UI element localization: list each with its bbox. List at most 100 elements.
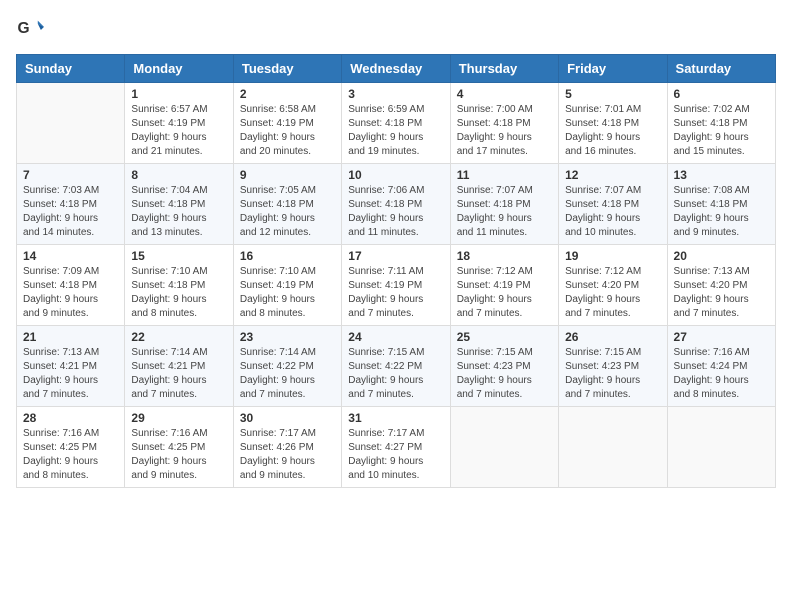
day-info: Sunrise: 7:14 AMSunset: 4:22 PMDaylight:… (240, 346, 335, 402)
calendar-cell: 23 Sunrise: 7:14 AMSunset: 4:22 PMDayligh… (233, 326, 341, 407)
day-number: 15 (131, 249, 226, 263)
day-number: 23 (240, 330, 335, 344)
day-number: 11 (457, 168, 552, 182)
day-info: Sunrise: 7:12 AMSunset: 4:19 PMDaylight:… (457, 265, 552, 321)
svg-text:G: G (18, 20, 30, 37)
day-number: 9 (240, 168, 335, 182)
calendar-cell: 2Sunrise: 6:58 AMSunset: 4:19 PMDaylight… (233, 83, 341, 164)
calendar-cell: 31 Sunrise: 7:17 AMSunset: 4:27 PMDayligh… (342, 407, 450, 488)
day-number: 21 (23, 330, 118, 344)
day-info: Sunrise: 7:07 AMSunset: 4:18 PMDaylight:… (565, 184, 660, 240)
day-info: Sunrise: 6:57 AMSunset: 4:19 PMDaylight:… (131, 103, 226, 159)
calendar-cell: 3 Sunrise: 6:59 AMSunset: 4:18 PMDaylight… (342, 83, 450, 164)
day-number: 20 (674, 249, 769, 263)
weekday-header-sunday: Sunday (17, 55, 125, 83)
calendar-cell: 21Sunrise: 7:13 AMSunset: 4:21 PMDayligh… (17, 326, 125, 407)
calendar-cell: 6Sunrise: 7:02 AMSunset: 4:18 PMDaylight… (667, 83, 775, 164)
day-info: Sunrise: 7:16 AMSunset: 4:25 PMDaylight:… (23, 427, 118, 483)
calendar-cell: 18 Sunrise: 7:12 AMSunset: 4:19 PMDayligh… (450, 245, 558, 326)
weekday-header-row: SundayMondayTuesdayWednesdayThursdayFrid… (17, 55, 776, 83)
day-number: 6 (674, 87, 769, 101)
day-info: Sunrise: 7:11 AMSunset: 4:19 PMDaylight:… (348, 265, 443, 321)
weekday-header-friday: Friday (559, 55, 667, 83)
calendar-cell: 1 Sunrise: 6:57 AMSunset: 4:19 PMDaylight… (125, 83, 233, 164)
day-number: 17 (348, 249, 443, 263)
calendar-cell: 8 Sunrise: 7:04 AMSunset: 4:18 PMDaylight… (125, 164, 233, 245)
day-info: Sunrise: 7:15 AMSunset: 4:23 PMDaylight:… (565, 346, 660, 402)
day-info: Sunrise: 7:08 AMSunset: 4:18 PMDaylight:… (674, 184, 769, 240)
day-number: 24 (348, 330, 443, 344)
calendar-cell: 28 Sunrise: 7:16 AMSunset: 4:25 PMDayligh… (17, 407, 125, 488)
calendar-cell (667, 407, 775, 488)
calendar-cell: 11 Sunrise: 7:07 AMSunset: 4:18 PMDayligh… (450, 164, 558, 245)
day-number: 22 (131, 330, 226, 344)
calendar-cell: 16 Sunrise: 7:10 AMSunset: 4:19 PMDayligh… (233, 245, 341, 326)
day-number: 14 (23, 249, 118, 263)
day-number: 28 (23, 411, 118, 425)
day-info: Sunrise: 7:10 AMSunset: 4:18 PMDaylight:… (131, 265, 226, 321)
weekday-header-tuesday: Tuesday (233, 55, 341, 83)
day-info: Sunrise: 7:16 AMSunset: 4:25 PMDaylight:… (131, 427, 226, 483)
day-number: 30 (240, 411, 335, 425)
calendar-week-row: 14Sunrise: 7:09 AMSunset: 4:18 PMDayligh… (17, 245, 776, 326)
day-number: 7 (23, 168, 118, 182)
day-info: Sunrise: 7:17 AMSunset: 4:26 PMDaylight:… (240, 427, 335, 483)
calendar-cell: 26 Sunrise: 7:15 AMSunset: 4:23 PMDayligh… (559, 326, 667, 407)
day-number: 4 (457, 87, 552, 101)
calendar-week-row: 7 Sunrise: 7:03 AMSunset: 4:18 PMDaylight… (17, 164, 776, 245)
day-info: Sunrise: 7:15 AMSunset: 4:22 PMDaylight:… (348, 346, 443, 402)
calendar-cell: 22 Sunrise: 7:14 AMSunset: 4:21 PMDayligh… (125, 326, 233, 407)
header: G (16, 16, 776, 44)
calendar-cell: 10Sunrise: 7:06 AMSunset: 4:18 PMDayligh… (342, 164, 450, 245)
calendar-cell: 29 Sunrise: 7:16 AMSunset: 4:25 PMDayligh… (125, 407, 233, 488)
calendar-table: SundayMondayTuesdayWednesdayThursdayFrid… (16, 54, 776, 488)
logo-icon: G (16, 16, 44, 44)
calendar-cell: 25 Sunrise: 7:15 AMSunset: 4:23 PMDayligh… (450, 326, 558, 407)
day-number: 16 (240, 249, 335, 263)
day-info: Sunrise: 7:07 AMSunset: 4:18 PMDaylight:… (457, 184, 552, 240)
day-info: Sunrise: 7:15 AMSunset: 4:23 PMDaylight:… (457, 346, 552, 402)
day-number: 25 (457, 330, 552, 344)
day-info: Sunrise: 7:12 AMSunset: 4:20 PMDaylight:… (565, 265, 660, 321)
calendar-cell: 19 Sunrise: 7:12 AMSunset: 4:20 PMDayligh… (559, 245, 667, 326)
day-number: 3 (348, 87, 443, 101)
day-info: Sunrise: 7:14 AMSunset: 4:21 PMDaylight:… (131, 346, 226, 402)
logo: G (16, 16, 46, 44)
day-number: 5 (565, 87, 660, 101)
day-number: 1 (131, 87, 226, 101)
calendar-cell: 30 Sunrise: 7:17 AMSunset: 4:26 PMDayligh… (233, 407, 341, 488)
day-number: 27 (674, 330, 769, 344)
day-number: 19 (565, 249, 660, 263)
day-info: Sunrise: 7:05 AMSunset: 4:18 PMDaylight:… (240, 184, 335, 240)
day-number: 13 (674, 168, 769, 182)
calendar-cell: 12 Sunrise: 7:07 AMSunset: 4:18 PMDayligh… (559, 164, 667, 245)
calendar-cell: 24 Sunrise: 7:15 AMSunset: 4:22 PMDayligh… (342, 326, 450, 407)
calendar-cell (450, 407, 558, 488)
calendar-cell (559, 407, 667, 488)
weekday-header-thursday: Thursday (450, 55, 558, 83)
day-info: Sunrise: 7:17 AMSunset: 4:27 PMDaylight:… (348, 427, 443, 483)
day-number: 26 (565, 330, 660, 344)
calendar-cell: 15 Sunrise: 7:10 AMSunset: 4:18 PMDayligh… (125, 245, 233, 326)
day-info: Sunrise: 7:04 AMSunset: 4:18 PMDaylight:… (131, 184, 226, 240)
calendar-cell: 4 Sunrise: 7:00 AMSunset: 4:18 PMDaylight… (450, 83, 558, 164)
day-number: 31 (348, 411, 443, 425)
calendar-cell: 5 Sunrise: 7:01 AMSunset: 4:18 PMDaylight… (559, 83, 667, 164)
day-info: Sunrise: 7:00 AMSunset: 4:18 PMDaylight:… (457, 103, 552, 159)
day-info: Sunrise: 6:58 AMSunset: 4:19 PMDaylight:… (240, 103, 335, 159)
calendar-cell (17, 83, 125, 164)
day-info: Sunrise: 7:10 AMSunset: 4:19 PMDaylight:… (240, 265, 335, 321)
day-number: 18 (457, 249, 552, 263)
day-number: 29 (131, 411, 226, 425)
day-info: Sunrise: 7:16 AMSunset: 4:24 PMDaylight:… (674, 346, 769, 402)
calendar-week-row: 1 Sunrise: 6:57 AMSunset: 4:19 PMDaylight… (17, 83, 776, 164)
day-number: 10 (348, 168, 443, 182)
day-info: Sunrise: 6:59 AMSunset: 4:18 PMDaylight:… (348, 103, 443, 159)
day-info: Sunrise: 7:01 AMSunset: 4:18 PMDaylight:… (565, 103, 660, 159)
day-number: 12 (565, 168, 660, 182)
day-number: 8 (131, 168, 226, 182)
calendar-cell: 7 Sunrise: 7:03 AMSunset: 4:18 PMDaylight… (17, 164, 125, 245)
weekday-header-monday: Monday (125, 55, 233, 83)
weekday-header-wednesday: Wednesday (342, 55, 450, 83)
day-info: Sunrise: 7:03 AMSunset: 4:18 PMDaylight:… (23, 184, 118, 240)
